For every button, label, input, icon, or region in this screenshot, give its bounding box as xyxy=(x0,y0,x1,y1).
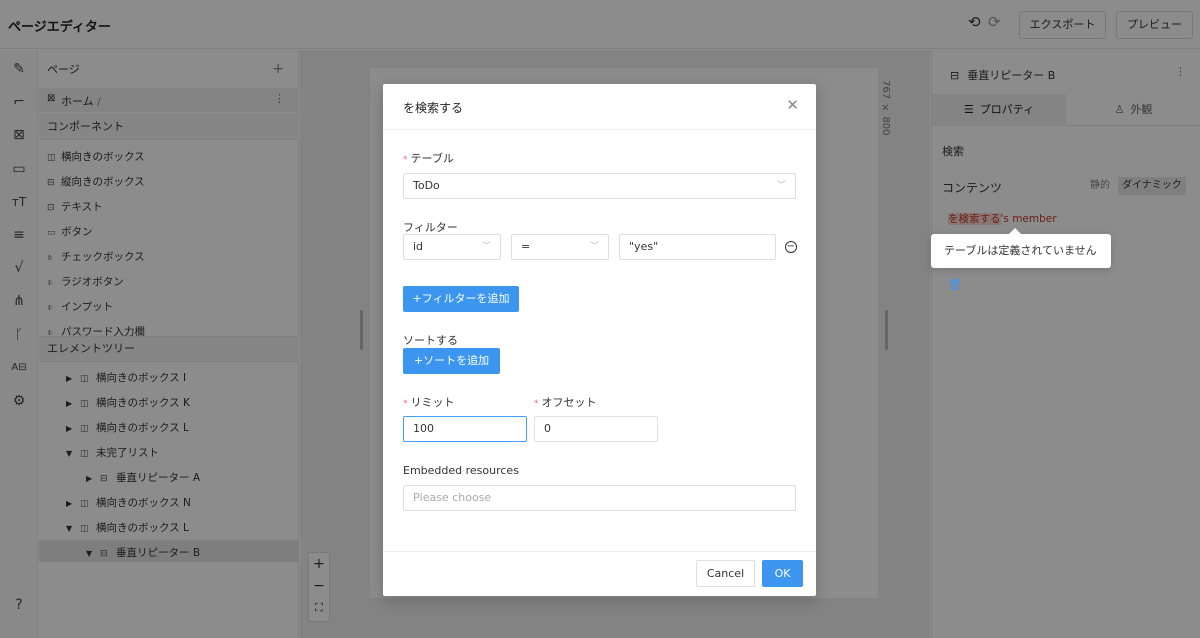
close-icon[interactable]: ✕ xyxy=(786,96,799,114)
modal-title: を検索する xyxy=(403,101,464,115)
embedded-placeholder: Please choose xyxy=(413,491,492,504)
modal-footer-divider xyxy=(383,551,816,552)
filter-operator-value: = xyxy=(521,240,531,253)
chevron-down-icon: ﹀ xyxy=(481,242,491,252)
table-label: * テーブル xyxy=(403,150,454,166)
trash-icon[interactable]: 🗑 xyxy=(948,278,962,291)
table-select-value: ToDo xyxy=(413,179,440,192)
sort-label: ソートする xyxy=(403,334,458,347)
filter-label: フィルター xyxy=(403,221,458,234)
tooltip-text: テーブルは定義されていません xyxy=(944,244,1097,257)
table-label-text: テーブル xyxy=(410,152,454,165)
filter-field-value: id xyxy=(413,240,424,253)
filter-value-input[interactable]: "yes" xyxy=(619,234,776,260)
required-mark: * xyxy=(403,155,408,165)
offset-input[interactable]: 0 xyxy=(534,416,658,442)
embedded-resources-label: Embedded resources xyxy=(403,464,519,477)
filter-field-select[interactable]: id ﹀ xyxy=(403,234,501,260)
table-select[interactable]: ToDo ﹀ xyxy=(403,173,796,199)
filter-operator-select[interactable]: = ﹀ xyxy=(511,234,609,260)
limit-label-text: リミット xyxy=(410,396,455,409)
embedded-resources-select[interactable]: Please choose xyxy=(403,485,796,511)
required-mark: * xyxy=(534,399,539,409)
required-mark: * xyxy=(403,399,408,409)
limit-label: * リミット xyxy=(403,394,455,410)
remove-filter-icon[interactable]: − xyxy=(785,241,797,253)
limit-input[interactable]: 100 xyxy=(403,416,527,442)
ok-button[interactable]: OK xyxy=(762,560,803,587)
add-filter-button[interactable]: +フィルターを追加 xyxy=(403,286,519,312)
chevron-down-icon: ﹀ xyxy=(776,181,786,191)
cancel-button[interactable]: Cancel xyxy=(696,560,755,587)
tooltip: テーブルは定義されていません 🗑 xyxy=(931,228,1111,291)
limit-value: 100 xyxy=(413,422,434,435)
chevron-down-icon: ﹀ xyxy=(589,242,599,252)
add-sort-button[interactable]: +ソートを追加 xyxy=(403,348,500,374)
modal-header-divider xyxy=(383,129,816,130)
search-modal: を検索する ✕ * テーブル ToDo ﹀ フィルター id ﹀ = ﹀ "yes" −… xyxy=(383,84,816,596)
tooltip-arrow xyxy=(1009,228,1021,234)
offset-label-text: オフセット xyxy=(541,396,597,409)
offset-value: 0 xyxy=(544,422,551,435)
offset-label: * オフセット xyxy=(534,394,597,410)
filter-value-text: "yes" xyxy=(629,240,659,253)
